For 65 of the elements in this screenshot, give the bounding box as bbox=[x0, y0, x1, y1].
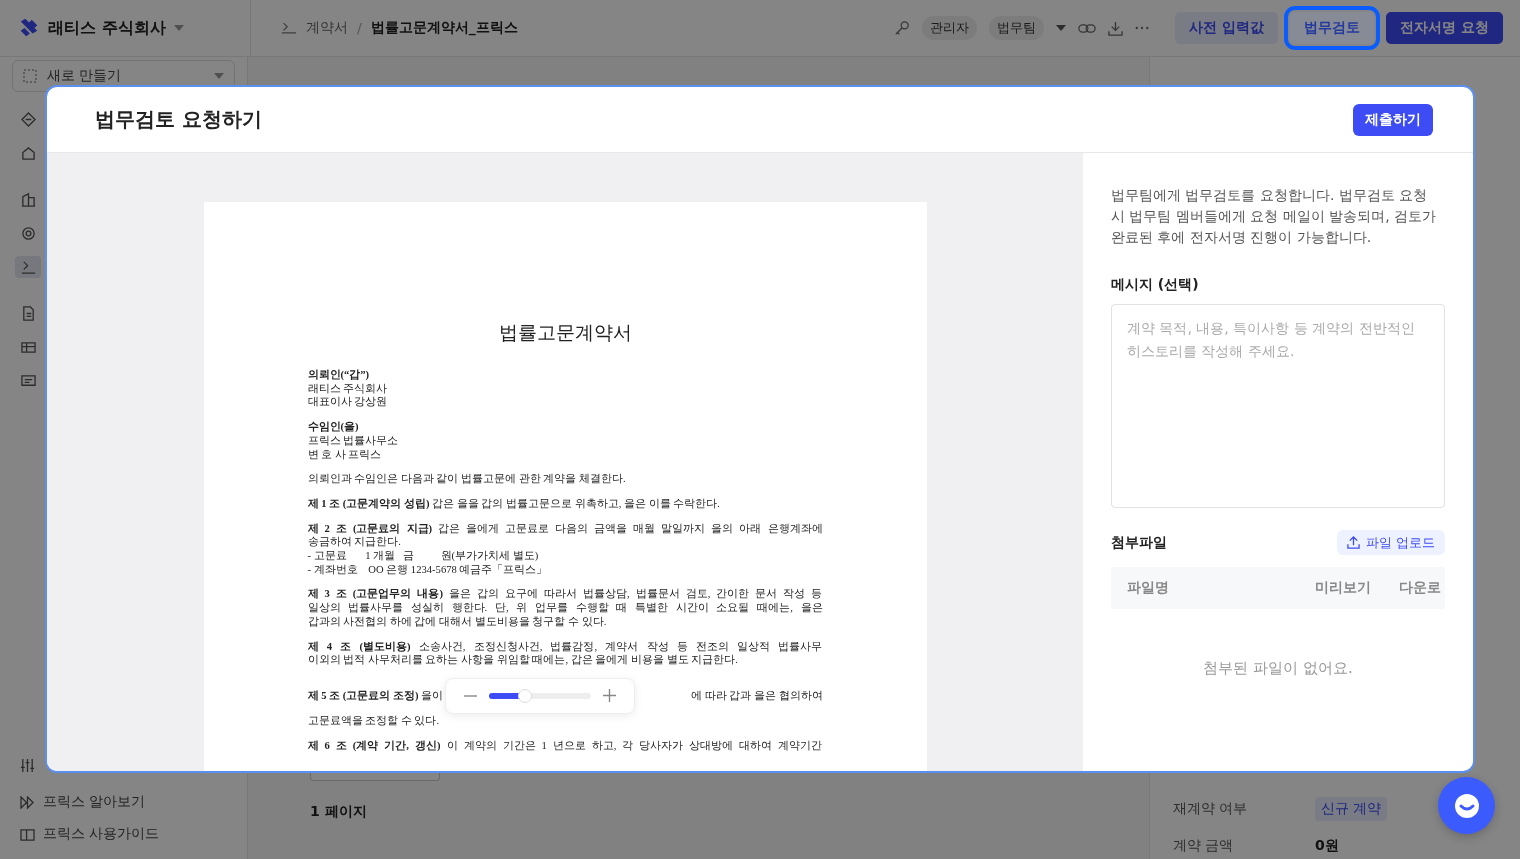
key-icon[interactable] bbox=[894, 20, 911, 36]
column-header: 파일명 bbox=[1127, 579, 1170, 597]
zoom-out-icon[interactable] bbox=[464, 694, 478, 697]
document-text: 래티스 주식회사 bbox=[307, 381, 389, 396]
breadcrumb-current: 법률고문계약서_프릭스 bbox=[370, 19, 518, 37]
column-header: 다운로 bbox=[1399, 579, 1441, 597]
sidebar-link[interactable]: 프릭스 알아보기 bbox=[43, 793, 146, 811]
document-text: 의뢰인(“갑”) bbox=[307, 368, 371, 382]
dashed-square-icon bbox=[23, 69, 37, 83]
attachments-label: 첨부파일 bbox=[1111, 533, 1167, 552]
document-text: 제 6 조 (계약 기간, 갱신) 이 계약의 기간은 1 년으로 하고, 각 당사자가 상대방에 대하여 계약기간 bbox=[307, 738, 823, 753]
breadcrumb-separator: / bbox=[357, 20, 362, 36]
zoom-slider[interactable] bbox=[489, 688, 592, 703]
empty-message: 첨부된 파일이 없어요. bbox=[1202, 659, 1354, 678]
description-text: 법무팀에게 법무검토를 요청합니다. 법무검토 요청 시 법무팀 멤버들에게 요청 메일이 발송되며, 검토가 완료된 후에 전자서명 진행이 가능합니다. bbox=[1111, 186, 1438, 247]
team-chip[interactable]: 법무팀 bbox=[989, 16, 1045, 40]
document-text: 대표이사 강상원 bbox=[307, 395, 389, 410]
book-icon bbox=[20, 827, 35, 841]
field-label: 계약 금액 bbox=[1173, 837, 1235, 855]
document-text: 의뢰인과 수임인은 다음과 같이 법률고문에 관한 계약을 체결한다. bbox=[307, 472, 627, 486]
caret-icon bbox=[214, 73, 224, 79]
document-text: 에 따라 갑과 을은 협의하여 bbox=[690, 689, 823, 703]
document-text: 수임인(을) bbox=[307, 420, 360, 434]
sidebar-link[interactable]: 프릭스 사용가이드 bbox=[43, 825, 160, 843]
document-text: 변 호 사 프릭스 bbox=[307, 447, 383, 462]
toolbar-button[interactable]: 사전 입력값 bbox=[1175, 12, 1279, 44]
document-text: 제 1 조 (고문계약의 성립) 갑은 을을 갑의 법률고문으로 위촉하고, 을은 이를 수락한다. bbox=[307, 496, 721, 511]
document-text: 프릭스 법률사무소 bbox=[307, 433, 400, 448]
fast-forward-icon bbox=[20, 795, 35, 809]
field-value: 0원 bbox=[1315, 837, 1339, 855]
document-text: 일상의 법률사무를 성실히 행한다. 단, 위 업무를 수행할 때 특별한 시간이 소요될 때에는, 을은 bbox=[307, 601, 823, 615]
document-text: 고문료액을 조정할 수 있다. bbox=[307, 713, 441, 728]
document-title: 법률고문계약서 bbox=[497, 320, 633, 345]
submit-button[interactable]: 제출하기 bbox=[1353, 103, 1433, 136]
sliders-icon[interactable] bbox=[20, 758, 35, 773]
page-label: 1 페이지 bbox=[310, 803, 368, 821]
team-chip[interactable]: 관리자 bbox=[922, 16, 978, 40]
field-value: 신규 계약 bbox=[1315, 797, 1388, 821]
breadcrumb-link[interactable]: 계약서 bbox=[306, 19, 348, 37]
caret-icon[interactable] bbox=[1056, 25, 1067, 31]
document-text: 제 4 조 (별도비용) 소송사건, 조정신청사건, 법률감정, 계약서 작성 등 전조의 일상적 법률사무 bbox=[307, 639, 823, 654]
field-label: 재계약 여부 bbox=[1173, 800, 1249, 818]
modal-title: 법무검토 요청하기 bbox=[95, 106, 262, 133]
document-text: - 계좌번호 OO 은행 1234-5678 예금주「프릭스」 bbox=[307, 562, 549, 577]
more-icon[interactable] bbox=[1135, 26, 1150, 30]
document-text: 이외의 법적 사무처리를 요하는 사항을 위임할 때에는, 갑은 을에게 비용을 별도 지급한다. bbox=[307, 653, 739, 667]
document-text: - 고문료 1 개월 금 원(부가가치세 별도) bbox=[307, 549, 540, 563]
upload-icon bbox=[1346, 536, 1360, 549]
caret-icon[interactable] bbox=[173, 25, 184, 31]
document-text: 송금하여 지급한다. bbox=[307, 535, 402, 550]
link-icon[interactable] bbox=[1078, 22, 1097, 34]
chat-button[interactable] bbox=[1438, 777, 1495, 834]
company-name[interactable]: 래티스 주식회사 bbox=[48, 17, 166, 39]
zoom-in-icon[interactable] bbox=[603, 689, 617, 703]
logo-icon bbox=[18, 17, 40, 39]
document-text: 제 2 조 (고문료의 지급) 갑은 을에게 고문료로 다음의 금액을 매월 말일까지 을의 아래 은행계좌에 bbox=[307, 521, 823, 536]
document-text: 제 5 조 (고문료의 조정) 을이 bbox=[307, 689, 444, 703]
upload-button[interactable]: 파일 업로드 bbox=[1336, 530, 1445, 555]
message-label: 메시지 (선택) bbox=[1111, 276, 1200, 294]
download-icon[interactable] bbox=[1108, 20, 1124, 36]
message-field[interactable]: 계약 목적, 내용, 특이사항 등 계약의 전반적인 히스토리를 작성해 주세요. bbox=[1111, 304, 1445, 508]
document-text: 제 3 조 (고문업무의 내용) 을은 갑의 요구에 따라서 법률상담, 법률문서 검토, 간이한 문서 작성 등 bbox=[307, 587, 823, 602]
column-header: 미리보기 bbox=[1315, 579, 1372, 597]
toolbar-button[interactable]: 전자서명 요청 bbox=[1386, 12, 1503, 44]
document-text: 갑과의 사전협의 하에 갑에 대해서 별도비용을 청구할 수 있다. bbox=[307, 614, 608, 629]
